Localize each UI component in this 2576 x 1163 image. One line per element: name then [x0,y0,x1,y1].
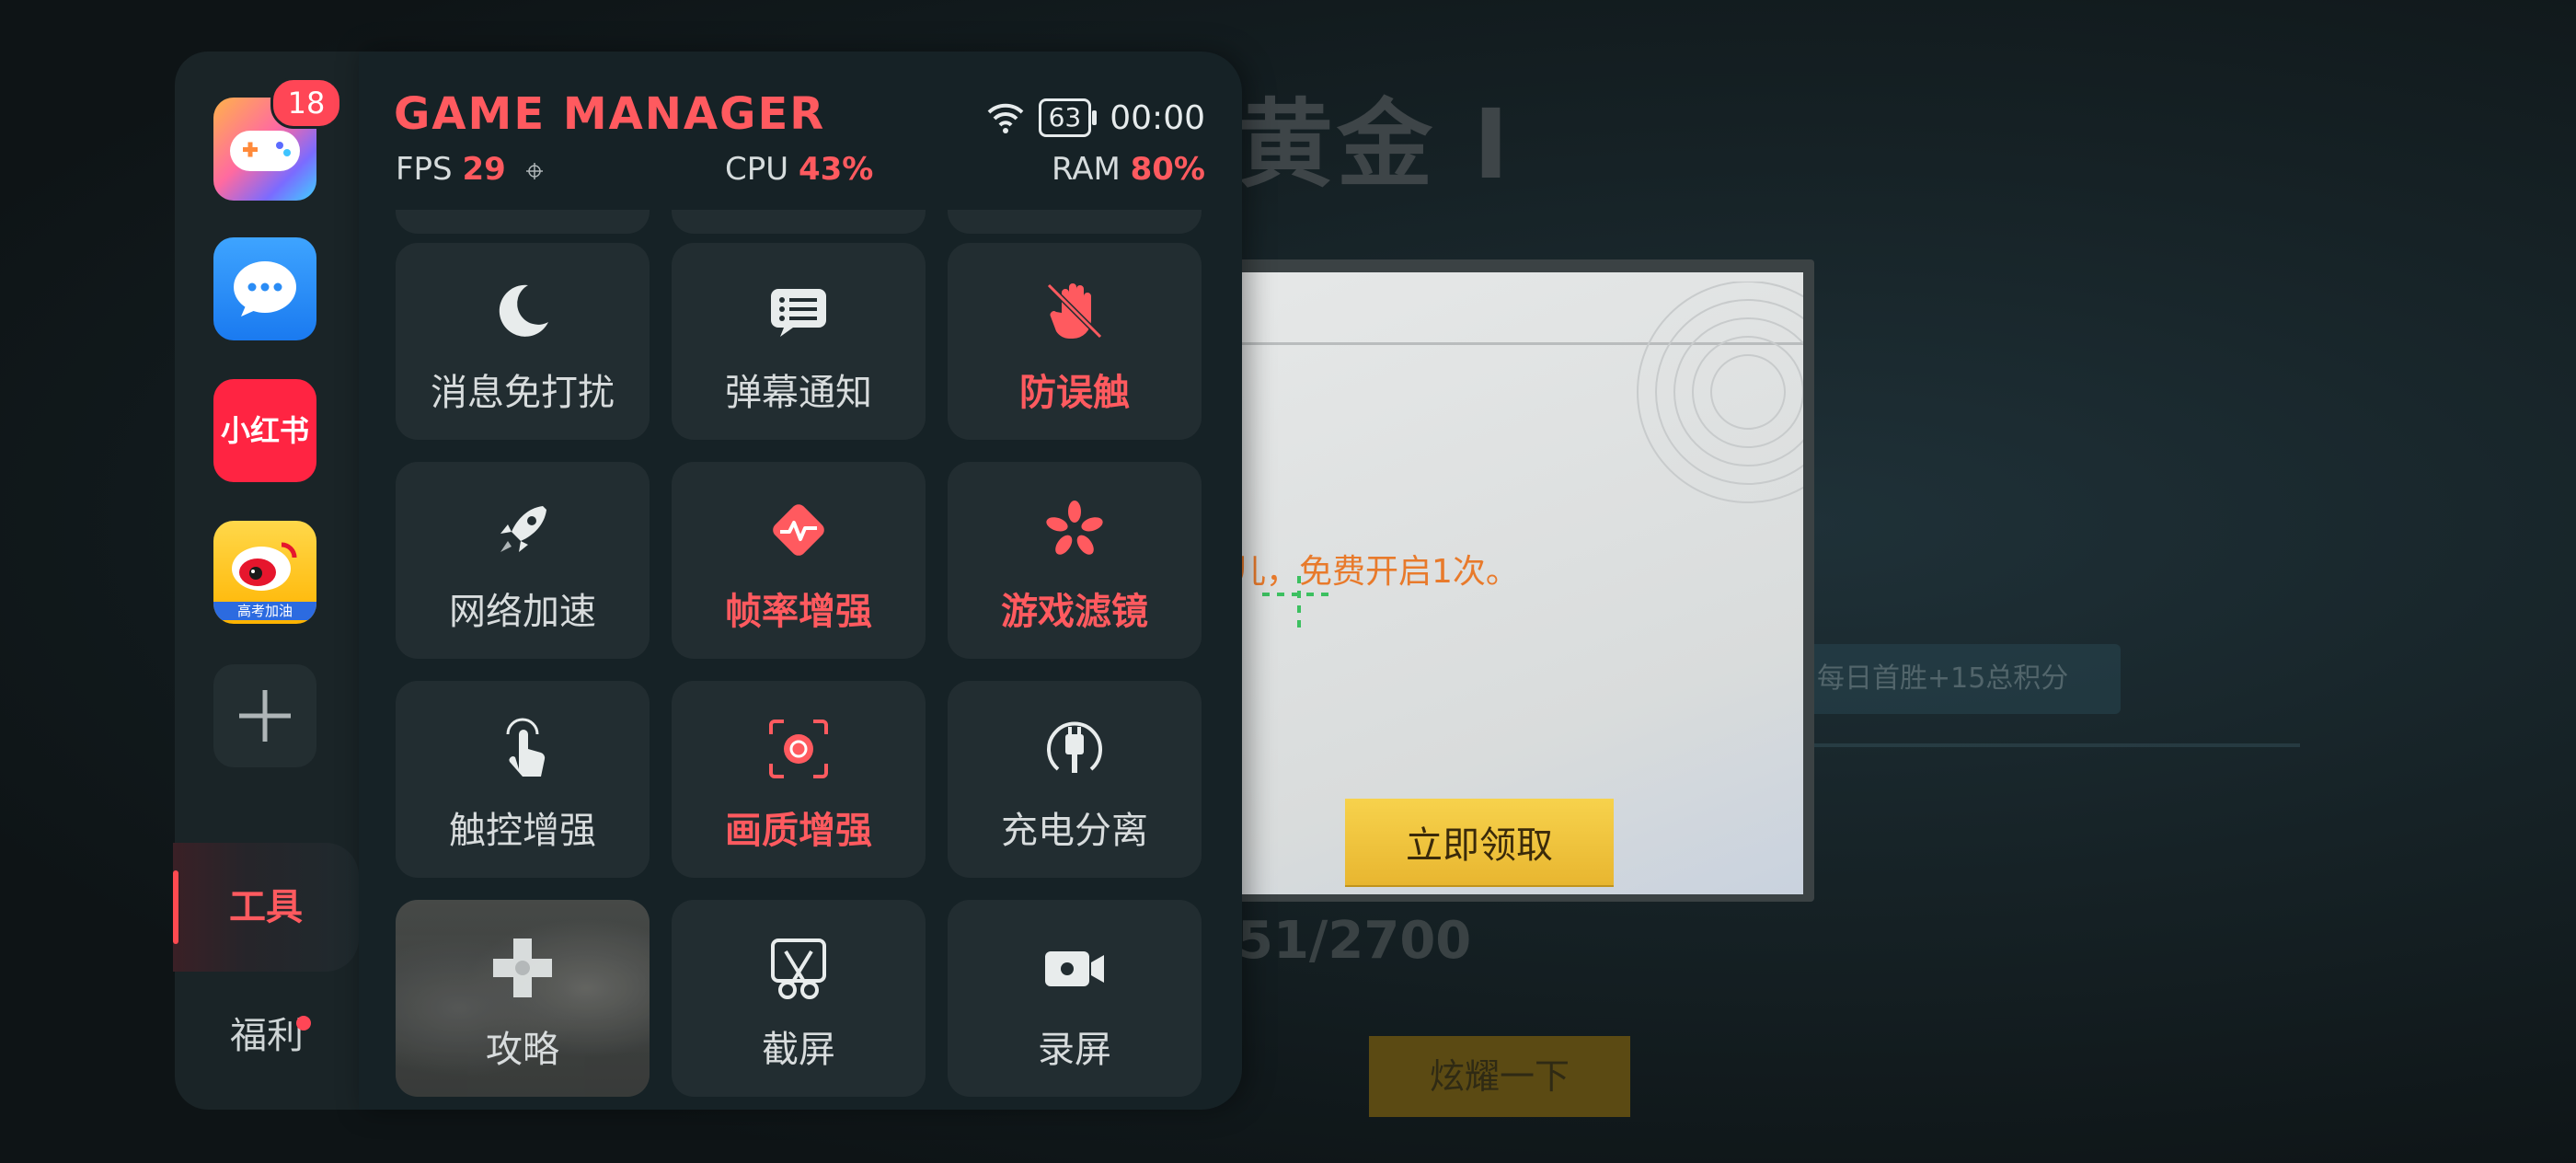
hand-blocked-icon [1046,282,1103,340]
cpu-label: CPU [725,151,789,188]
add-app-button[interactable] [213,664,316,767]
framerate-boost-tile[interactable]: 帧率增强 [672,462,926,659]
ram-stat: RAM 80% [1052,151,1205,188]
dpad-icon [493,938,552,997]
screenshot-tile[interactable]: 截屏 [672,900,926,1097]
move-icon [525,162,543,179]
moon-icon [499,284,548,337]
charging-separation-tile[interactable]: 充电分离 [948,681,1202,878]
performance-stats: FPS 29 CPU 43% RAM 80% [396,151,1205,197]
wifi-icon [987,103,1023,133]
score-progress: 51/2700 [1237,911,1472,971]
camera-enhance-icon [769,720,828,778]
game-manager-panel: GAME MANAGER 63 00:00 FPS 29 CPU 43% RAM [359,52,1242,1110]
show-off-button[interactable]: 炫耀一下 [1369,1036,1630,1117]
claim-now-button[interactable]: 立即领取 [1345,799,1614,885]
reward-dialog: 儿，免费开启1次。 立即领取 [1196,259,1814,902]
tile-label: 录屏 [1038,1029,1111,1071]
nav-welfare-tab[interactable]: 福利 [175,972,359,1100]
daily-win-banner: 每日首胜+15总积分 [1780,644,2121,714]
tile-label: 消息免打扰 [431,372,615,414]
scissors-screenshot-icon [771,938,826,999]
cpu-value: 43% [798,151,874,188]
battery-indicator: 63 [1038,98,1097,137]
scrolled-tile [672,210,926,234]
game-sidebar: 18 小红书 高考加油 工具 福利 [173,52,359,1110]
fps-label: FPS [396,151,453,188]
rocket-icon [500,506,546,552]
network-boost-tile[interactable]: 网络加速 [396,462,650,659]
notification-badge: 18 [270,77,342,129]
fps-stat[interactable]: FPS 29 [396,151,544,188]
tile-label: 防误触 [1019,372,1130,414]
ram-label: RAM [1051,151,1121,188]
tile-label: 弹幕通知 [725,372,872,414]
tile-label: 触控增强 [449,810,596,852]
rank-title: 黄金 Ⅰ [1237,88,1512,201]
cpu-stat: CPU 43% [725,151,873,188]
weibo-app-icon[interactable]: 高考加油 [213,521,316,624]
welfare-red-dot [296,1016,311,1031]
tile-label: 画质增强 [725,810,872,852]
tile-label: 帧率增强 [725,591,872,633]
guide-tile[interactable]: 攻略 [396,900,650,1097]
touch-indicator-icon [1262,576,1336,631]
xiaohongshu-app-icon[interactable]: 小红书 [213,379,316,482]
clock: 00:00 [1110,98,1205,137]
touch-finger-icon [506,718,546,777]
plus-icon [239,690,291,742]
nav-tools-tab[interactable]: 工具 [173,843,359,972]
chat-bubble-icon [234,261,296,317]
video-camera-icon [1045,951,1104,986]
reward-dialog-body: 儿，免费开启1次。 立即领取 [1196,272,1803,894]
screen-record-tile[interactable]: 录屏 [948,900,1202,1097]
ram-value: 80% [1130,151,1205,188]
scrolled-tile [396,210,650,234]
anti-touch-tile[interactable]: 防误触 [948,243,1202,440]
dnd-tile[interactable]: 消息免打扰 [396,243,650,440]
panel-title: GAME MANAGER [394,88,826,140]
message-list-icon [771,289,826,337]
game-filter-tile[interactable]: 游戏滤镜 [948,462,1202,659]
tile-label: 游戏滤镜 [1001,591,1148,633]
decorative-pattern [1637,282,1803,503]
image-quality-tile[interactable]: 画质增强 [672,681,926,878]
barrage-tile[interactable]: 弹幕通知 [672,243,926,440]
plug-bypass-icon [1047,721,1102,773]
fps-value: 29 [462,151,506,188]
touch-boost-tile[interactable]: 触控增强 [396,681,650,878]
scrolled-tile [948,210,1202,234]
weibo-app-caption: 高考加油 [213,602,316,620]
tile-label: 网络加速 [449,591,596,633]
status-bar: 63 00:00 [985,92,1205,144]
nav-welfare-label: 福利 [230,1015,304,1057]
tile-label: 截屏 [762,1029,835,1071]
pulse-diamond-icon [773,504,824,556]
flower-filter-icon [1046,501,1103,555]
tile-label: 攻略 [486,1029,559,1071]
tile-label: 充电分离 [1001,810,1148,852]
messages-app-icon[interactable] [213,237,316,340]
